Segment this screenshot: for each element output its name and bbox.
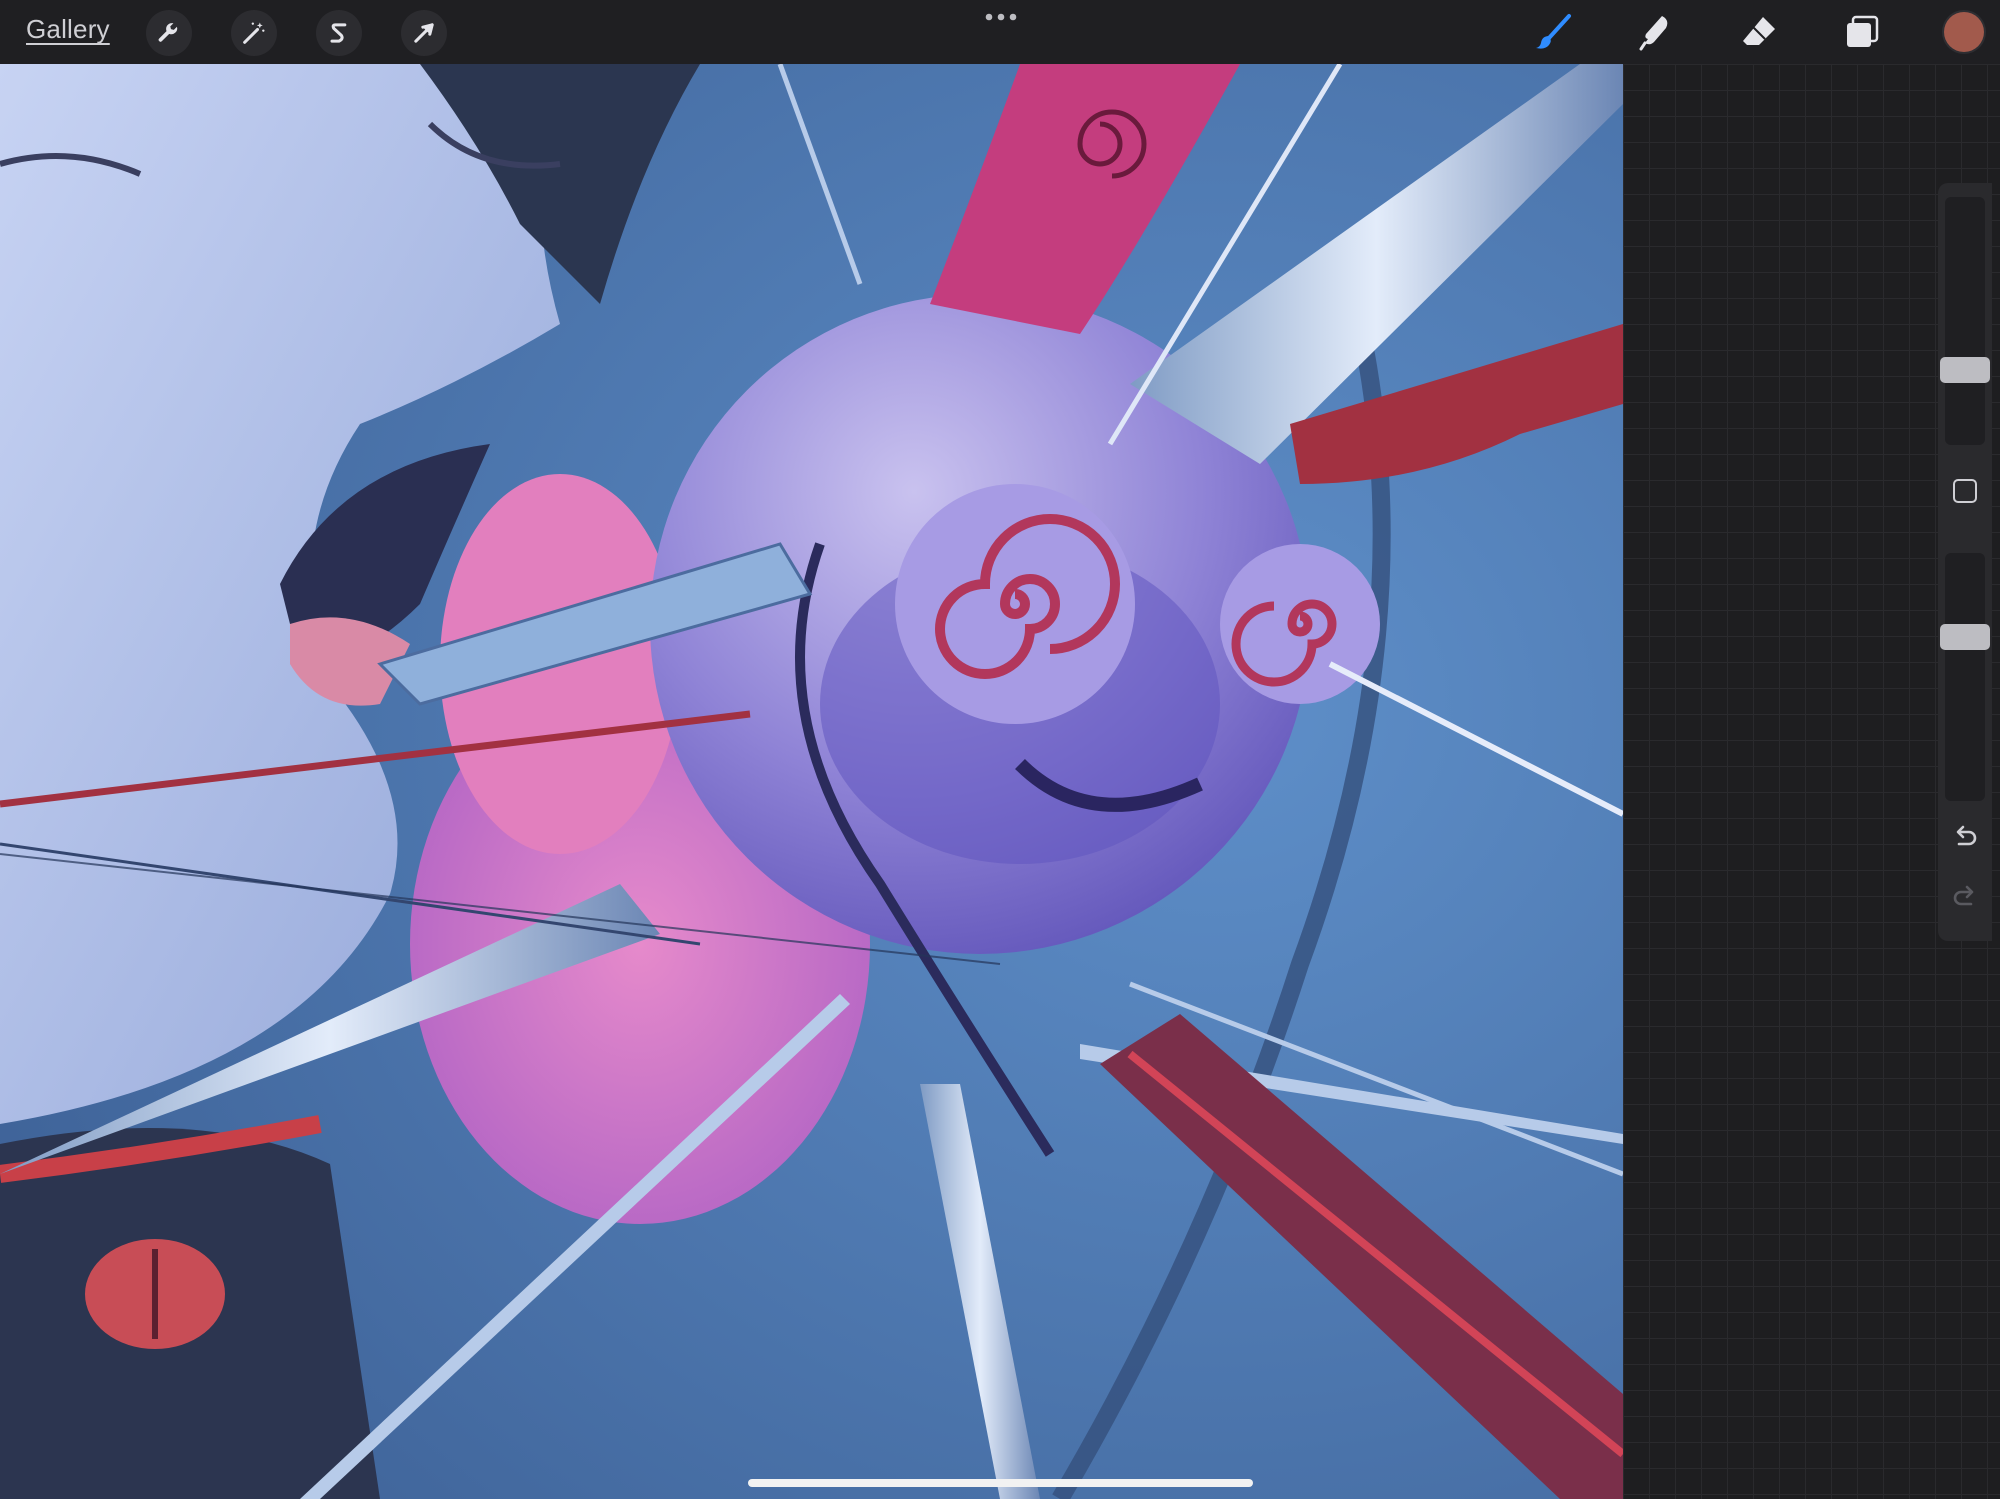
artwork-illustration: [0, 64, 1623, 1499]
arrow-cursor-icon: [414, 23, 434, 43]
wrench-icon: [158, 23, 178, 42]
layers-icon: [1847, 15, 1879, 47]
smudge-tool-button[interactable]: [1633, 9, 1679, 55]
drawing-canvas[interactable]: [0, 64, 1623, 1499]
color-swatch-button[interactable]: [1944, 12, 1984, 52]
brush-icon: [1536, 14, 1571, 49]
adjustments-button[interactable]: [231, 10, 277, 56]
opacity-thumb[interactable]: [1940, 624, 1990, 651]
home-indicator[interactable]: [748, 1479, 1253, 1487]
transform-button[interactable]: [401, 10, 447, 56]
opacity-slider[interactable]: [1940, 553, 1990, 801]
actions-button[interactable]: [146, 10, 192, 56]
smudge-icon: [1639, 16, 1668, 51]
eraser-icon: [1743, 17, 1775, 45]
selection-s-icon: [330, 23, 347, 43]
top-toolbar: Gallery: [0, 0, 2000, 64]
eraser-tool-button[interactable]: [1736, 9, 1782, 55]
layers-button[interactable]: [1839, 9, 1885, 55]
more-dots-icon[interactable]: [984, 10, 1018, 24]
gallery-button[interactable]: Gallery: [26, 14, 110, 45]
magic-wand-icon: [243, 22, 265, 44]
redo-icon[interactable]: [1951, 883, 1979, 911]
brush-tool-button[interactable]: [1530, 9, 1576, 55]
selection-button[interactable]: [316, 10, 362, 56]
square-modify-icon[interactable]: [1953, 479, 1977, 503]
undo-icon[interactable]: [1951, 823, 1979, 851]
brush-size-slider[interactable]: [1940, 197, 1990, 445]
brush-size-thumb[interactable]: [1940, 356, 1990, 383]
side-toolbar: [1938, 183, 1992, 941]
